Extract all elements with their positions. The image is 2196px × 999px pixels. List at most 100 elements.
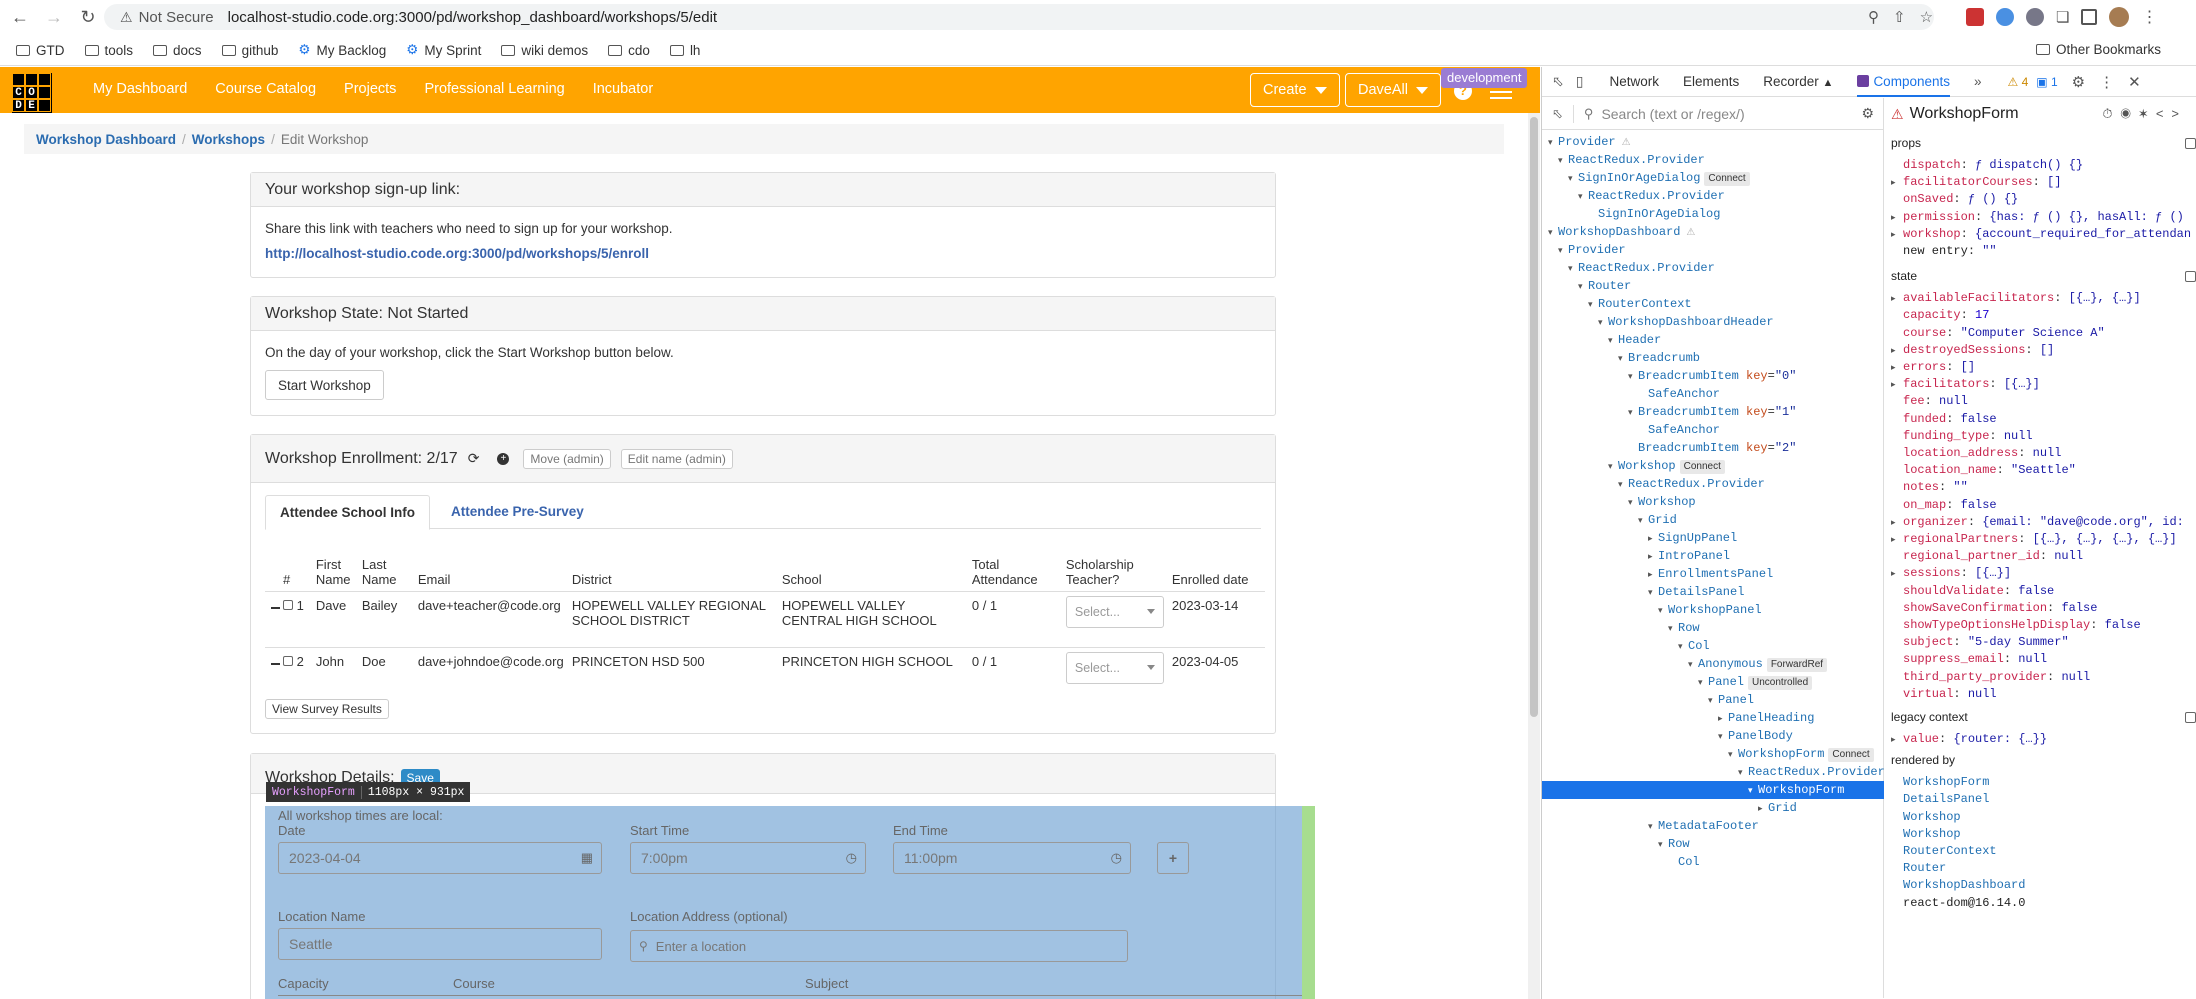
bookmark-item[interactable]: tools bbox=[84, 43, 133, 58]
nav-link[interactable]: Projects bbox=[344, 81, 396, 97]
prop-row[interactable]: onSaved: ƒ () {} bbox=[1891, 190, 2191, 208]
expanded-triangle-icon[interactable]: ▾ bbox=[1568, 170, 1578, 188]
expanded-triangle-icon[interactable]: ▾ bbox=[1628, 404, 1638, 422]
move-admin-button[interactable]: Move (admin) bbox=[523, 448, 611, 469]
collapsed-triangle-icon[interactable]: ▸ bbox=[1648, 530, 1658, 548]
prop-row[interactable]: suppress_email: null bbox=[1891, 650, 2191, 668]
bookmark-item[interactable]: ⚙ My Backlog bbox=[298, 42, 386, 58]
tree-node[interactable]: ▾ Provider ⚠ bbox=[1542, 133, 1884, 151]
add-session-button[interactable]: + bbox=[1157, 842, 1189, 874]
expanded-triangle-icon[interactable]: ▾ bbox=[1588, 296, 1598, 314]
expanded-triangle-icon[interactable]: ▾ bbox=[1618, 350, 1628, 368]
prop-row[interactable]: ▸ regionalPartners: [{…}, {…}, {…}, {…}] bbox=[1891, 530, 2191, 548]
expanded-triangle-icon[interactable]: ▾ bbox=[1748, 782, 1758, 800]
stopwatch-icon[interactable]: ⏱ bbox=[2102, 106, 2120, 121]
tree-node[interactable]: ▾ WorkshopForm Connect bbox=[1542, 745, 1884, 763]
tree-node[interactable]: ▸ EnrollmentsPanel bbox=[1542, 565, 1884, 583]
copy-icon[interactable] bbox=[2185, 271, 2196, 283]
tree-node[interactable]: ▾ RouterContext bbox=[1542, 295, 1884, 313]
collapsed-triangle-icon[interactable]: ▸ bbox=[1891, 290, 1903, 307]
prop-row[interactable]: on_map: false bbox=[1891, 496, 2191, 514]
inspect-element-icon[interactable]: ⬁ bbox=[1552, 73, 1564, 90]
refresh-icon[interactable]: ⟳ bbox=[468, 450, 480, 467]
edit-name-admin-button[interactable]: Edit name (admin) bbox=[620, 448, 733, 469]
prop-row[interactable]: virtual: null bbox=[1891, 685, 2191, 703]
bookmark-item[interactable]: wiki demos bbox=[501, 43, 588, 58]
devtools-menu-icon[interactable]: ⋮ bbox=[2099, 73, 2114, 91]
prop-row[interactable]: showSaveConfirmation: false bbox=[1891, 599, 2191, 617]
extension-red-icon[interactable] bbox=[1966, 8, 1984, 26]
component-search-input[interactable]: Search (text or /regex/) bbox=[1601, 106, 1744, 122]
messages-badge[interactable]: ▣ 1 bbox=[2036, 75, 2057, 89]
expanded-triangle-icon[interactable]: ▾ bbox=[1558, 242, 1568, 260]
row-checkbox[interactable] bbox=[283, 599, 293, 610]
warnings-badge[interactable]: ⚠ 4 bbox=[2008, 75, 2029, 89]
expanded-triangle-icon[interactable]: ▾ bbox=[1648, 818, 1658, 836]
tree-node[interactable]: ▾ Col bbox=[1542, 637, 1884, 655]
prop-row[interactable]: showTypeOptionsHelpDisplay: false bbox=[1891, 616, 2191, 634]
rendered-by-item[interactable]: Workshop bbox=[1903, 825, 1961, 843]
tree-node[interactable]: ▾ ReactRedux.Provider bbox=[1542, 187, 1884, 205]
expanded-triangle-icon[interactable]: ▾ bbox=[1648, 584, 1658, 602]
rendered-by-item[interactable]: WorkshopDashboard bbox=[1903, 876, 2025, 894]
rendered-by-item[interactable]: Workshop bbox=[1903, 808, 1961, 826]
bookmark-item[interactable]: ⚙ My Sprint bbox=[406, 42, 481, 58]
breadcrumb-workshops[interactable]: Workshops bbox=[192, 132, 265, 147]
prop-row[interactable]: regional_partner_id: null bbox=[1891, 547, 2191, 565]
tab-network[interactable]: Network bbox=[1609, 74, 1659, 89]
settings-gear-icon[interactable]: ⚙ bbox=[2072, 73, 2085, 91]
tree-node[interactable]: ▾ Breadcrumb bbox=[1542, 349, 1884, 367]
bookmark-item[interactable]: cdo bbox=[608, 43, 650, 58]
expanded-triangle-icon[interactable]: ▾ bbox=[1578, 188, 1588, 206]
calendar-icon[interactable]: ▦ bbox=[581, 850, 593, 866]
tree-node[interactable]: ▾ PanelBody bbox=[1542, 727, 1884, 745]
prop-row[interactable]: course: "Computer Science A" bbox=[1891, 324, 2191, 342]
collapsed-triangle-icon[interactable]: ▸ bbox=[1718, 710, 1728, 728]
tree-node[interactable]: ▾ Router bbox=[1542, 277, 1884, 295]
address-bar[interactable]: ⚠ Not Secure localhost-studio.code.org:3… bbox=[104, 4, 1934, 30]
collapsed-triangle-icon[interactable]: ▸ bbox=[1891, 514, 1903, 531]
view-survey-results-button[interactable]: View Survey Results bbox=[265, 699, 389, 719]
tree-node[interactable]: Col bbox=[1542, 853, 1884, 871]
copy-icon[interactable] bbox=[2185, 712, 2196, 723]
prop-row[interactable]: ▸ facilitatorCourses: [] bbox=[1891, 173, 2191, 191]
tree-node[interactable]: ▾ SignInOrAgeDialog Connect bbox=[1542, 169, 1884, 187]
expanded-triangle-icon[interactable]: ▾ bbox=[1548, 224, 1558, 242]
prop-row[interactable]: ▸ workshop: {account_required_for_attenda… bbox=[1891, 225, 2191, 243]
expanded-triangle-icon[interactable]: ▾ bbox=[1728, 746, 1738, 764]
tree-node[interactable]: ▸ IntroPanel bbox=[1542, 547, 1884, 565]
tree-settings-icon[interactable]: ⚙ bbox=[1861, 105, 1874, 122]
prop-row[interactable]: capacity: 17 bbox=[1891, 306, 2191, 324]
prop-row[interactable]: dispatch: ƒ dispatch() {} bbox=[1891, 156, 2191, 174]
collapsed-triangle-icon[interactable]: ▸ bbox=[1891, 209, 1903, 226]
nav-link[interactable]: My Dashboard bbox=[93, 81, 187, 97]
remove-icon[interactable] bbox=[271, 607, 280, 610]
expanded-triangle-icon[interactable]: ▾ bbox=[1568, 260, 1578, 278]
expanded-triangle-icon[interactable]: ▾ bbox=[1558, 152, 1568, 170]
tree-node[interactable]: SafeAnchor bbox=[1542, 421, 1884, 439]
tree-node[interactable]: SafeAnchor bbox=[1542, 385, 1884, 403]
expanded-triangle-icon[interactable]: ▾ bbox=[1658, 836, 1668, 854]
tree-node[interactable]: BreadcrumbItem key="2" bbox=[1542, 439, 1884, 457]
bookmark-star-icon[interactable]: ☆ bbox=[1920, 8, 1933, 26]
prop-row[interactable]: shouldValidate: false bbox=[1891, 582, 2191, 600]
tab-recorder[interactable]: Recorder ▲ bbox=[1763, 74, 1833, 89]
expanded-triangle-icon[interactable]: ▾ bbox=[1718, 728, 1728, 746]
remove-icon[interactable] bbox=[271, 663, 280, 666]
close-devtools-icon[interactable]: ✕ bbox=[2128, 73, 2141, 91]
expanded-triangle-icon[interactable]: ▾ bbox=[1598, 314, 1608, 332]
expanded-triangle-icon[interactable]: ▾ bbox=[1618, 476, 1628, 494]
prop-row[interactable]: ▸ organizer: {email: "dave@code.org", id:… bbox=[1891, 513, 2191, 531]
tree-node[interactable]: ▾ Workshop bbox=[1542, 493, 1884, 511]
prop-row[interactable]: ▸ destroyedSessions: [] bbox=[1891, 341, 2191, 359]
tree-node[interactable]: ▾ Row bbox=[1542, 619, 1884, 637]
tree-node[interactable]: ▾ Panel bbox=[1542, 691, 1884, 709]
prop-row[interactable]: third_party_provider: null bbox=[1891, 668, 2191, 686]
expanded-triangle-icon[interactable]: ▾ bbox=[1738, 764, 1748, 782]
bookmark-item[interactable]: GTD bbox=[16, 43, 65, 58]
collapsed-triangle-icon[interactable]: ▸ bbox=[1891, 731, 1903, 748]
tree-node[interactable]: ▾ ReactRedux.Provider bbox=[1542, 151, 1884, 169]
start-workshop-button[interactable]: Start Workshop bbox=[265, 370, 384, 400]
expanded-triangle-icon[interactable]: ▾ bbox=[1688, 656, 1698, 674]
expanded-triangle-icon[interactable]: ▾ bbox=[1668, 620, 1678, 638]
